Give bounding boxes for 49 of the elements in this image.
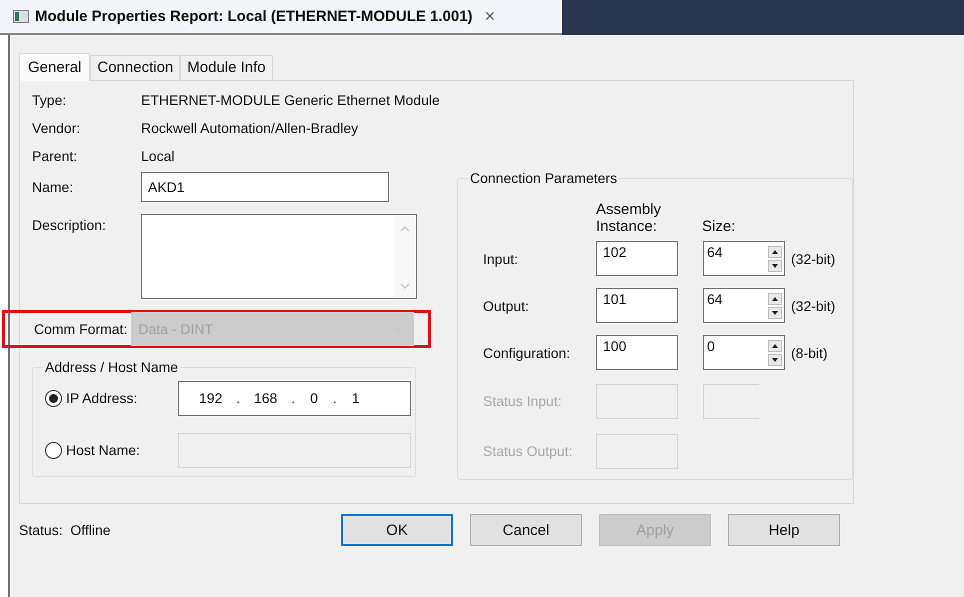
column-header: Size: [702, 218, 736, 235]
name-field[interactable]: AKD1 [141, 172, 389, 202]
spin-down-icon[interactable] [768, 354, 782, 366]
unit-label: (32-bit) [791, 250, 836, 266]
close-button[interactable]: × [484, 6, 496, 27]
radio-label: IP Address: [66, 390, 138, 406]
field-label: Type: [32, 92, 68, 108]
dialog-button[interactable]: Cancel [470, 514, 582, 546]
status-text: Status: Offline [19, 522, 112, 538]
instance-field[interactable]: 102 [596, 241, 678, 276]
field-label: Status Output: [483, 443, 574, 459]
size-spinbox[interactable]: 64 [703, 241, 785, 276]
spin-up-icon[interactable] [768, 246, 782, 258]
field-label: Configuration: [483, 344, 572, 360]
field-label: Parent: [32, 148, 78, 164]
spin-down-icon[interactable] [768, 260, 782, 272]
dialog-button[interactable]: OK [341, 514, 453, 546]
field-value: Local [141, 148, 174, 164]
unit-label: (8-bit) [791, 344, 828, 360]
instance-field[interactable]: 100 [596, 335, 678, 370]
field-value: ETHERNET-MODULE Generic Ethernet Module [141, 92, 440, 108]
radio-button[interactable] [45, 390, 62, 406]
spin-down-icon[interactable] [768, 306, 782, 318]
radio-label: Host Name: [66, 442, 141, 458]
field-value: Rockwell Automation/Allen-Bradley [141, 120, 358, 136]
dialog-button[interactable]: Help [728, 514, 840, 546]
size-field[interactable] [703, 384, 759, 418]
field-label: Vendor: [32, 120, 82, 136]
tab[interactable]: Module Info [180, 55, 273, 80]
instance-field[interactable]: 101 [596, 288, 678, 323]
spin-up-icon[interactable] [768, 292, 782, 304]
tab[interactable]: General [19, 53, 90, 81]
window-title: Module Properties Report: Local (ETHERNET-MODULE 1.001) [35, 8, 473, 25]
unit-label: (32-bit) [791, 298, 836, 314]
size-spinbox[interactable]: 64 [703, 288, 785, 323]
size-spinbox[interactable]: 0 [703, 335, 785, 370]
field-label: Status Input: [483, 393, 563, 409]
field-label: Description: [32, 217, 107, 233]
field-label: Output: [483, 298, 530, 314]
column-header: Assembly Instance: [596, 201, 662, 235]
instance-field[interactable] [596, 384, 678, 418]
instance-field[interactable] [596, 434, 678, 468]
ip-address-field[interactable]: 192 . 168 . 0 . 1 [178, 380, 411, 416]
field-label: Name: [32, 179, 74, 195]
spin-up-icon[interactable] [768, 340, 782, 352]
field-label: Comm Format: [34, 321, 128, 337]
tab[interactable]: Connection [90, 55, 180, 80]
field-label: Input: [483, 250, 520, 266]
window-icon [13, 10, 29, 23]
